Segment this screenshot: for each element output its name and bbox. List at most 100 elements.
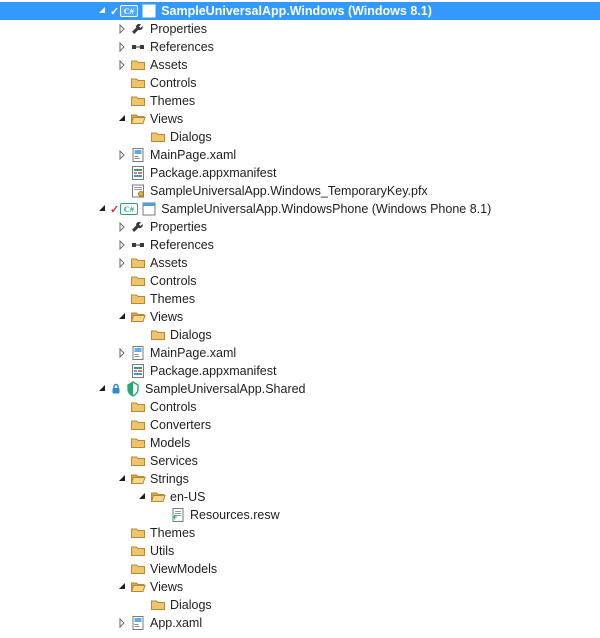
folder-icon bbox=[130, 273, 146, 289]
tree-item[interactable]: App.xaml bbox=[0, 614, 600, 632]
folder-icon bbox=[130, 399, 146, 415]
expander-expanded-icon[interactable] bbox=[135, 490, 149, 504]
tree-item[interactable]: Assets bbox=[0, 56, 600, 74]
tree-item[interactable]: Views bbox=[0, 110, 600, 128]
tree-item-label: Views bbox=[150, 110, 183, 128]
tree-item-label: Dialogs bbox=[170, 596, 212, 614]
tree-item-label: MainPage.xaml bbox=[150, 146, 236, 164]
tree-item[interactable]: ViewModels bbox=[0, 560, 600, 578]
expander-collapsed-icon[interactable] bbox=[115, 58, 129, 72]
tree-item[interactable]: Controls bbox=[0, 74, 600, 92]
tree-item[interactable]: Utils bbox=[0, 542, 600, 560]
tree-item-label: SampleUniversalApp.WindowsPhone (Windows… bbox=[161, 200, 491, 218]
folder-icon bbox=[130, 75, 146, 91]
tree-item-label: MainPage.xaml bbox=[150, 344, 236, 362]
tree-item[interactable]: Package.appxmanifest bbox=[0, 164, 600, 182]
folder-icon bbox=[130, 93, 146, 109]
tree-item[interactable]: Converters bbox=[0, 416, 600, 434]
tree-item[interactable]: MainPage.xaml bbox=[0, 146, 600, 164]
expander-expanded-icon[interactable] bbox=[115, 580, 129, 594]
tree-item[interactable]: Models bbox=[0, 434, 600, 452]
manifest-icon bbox=[130, 363, 146, 379]
project-icon bbox=[141, 3, 157, 19]
tree-item-label: en-US bbox=[170, 488, 205, 506]
svg-text:C#: C# bbox=[124, 6, 135, 16]
manifest-icon bbox=[130, 165, 146, 181]
tree-item[interactable]: References bbox=[0, 236, 600, 254]
expander-collapsed-icon[interactable] bbox=[115, 346, 129, 360]
wrench-icon bbox=[130, 219, 146, 235]
tree-item[interactable]: Controls bbox=[0, 398, 600, 416]
tree-item[interactable]: Package.appxmanifest bbox=[0, 362, 600, 380]
tree-item[interactable]: SampleUniversalApp.Windows_TemporaryKey.… bbox=[0, 182, 600, 200]
tree-item[interactable]: Assets bbox=[0, 254, 600, 272]
tree-item-label: Controls bbox=[150, 272, 197, 290]
startup-project-icon: ✓ bbox=[110, 5, 119, 18]
tree-item[interactable]: Dialogs bbox=[0, 326, 600, 344]
tree-item[interactable]: MainPage.xaml bbox=[0, 344, 600, 362]
tree-item-label: Views bbox=[150, 578, 183, 596]
expander-expanded-icon[interactable] bbox=[95, 382, 109, 396]
resw-new-icon: + bbox=[170, 507, 186, 523]
expander-collapsed-icon[interactable] bbox=[115, 40, 129, 54]
tree-item[interactable]: References bbox=[0, 38, 600, 56]
tree-item[interactable]: Controls bbox=[0, 272, 600, 290]
tree-item[interactable]: Properties bbox=[0, 20, 600, 38]
folder-icon bbox=[130, 57, 146, 73]
tree-item[interactable]: Themes bbox=[0, 524, 600, 542]
expander-collapsed-icon[interactable] bbox=[115, 148, 129, 162]
lock-icon bbox=[110, 383, 122, 395]
tree-item-label: Resources.resw bbox=[190, 506, 280, 524]
tree-item[interactable]: Dialogs bbox=[0, 596, 600, 614]
references-icon bbox=[130, 237, 146, 253]
tree-item-label: Package.appxmanifest bbox=[150, 164, 276, 182]
folder-icon bbox=[130, 435, 146, 451]
xaml-icon bbox=[130, 147, 146, 163]
tree-item-label: SampleUniversalApp.Windows_TemporaryKey.… bbox=[150, 182, 428, 200]
tree-item[interactable]: Services bbox=[0, 452, 600, 470]
tree-item[interactable]: Dialogs bbox=[0, 128, 600, 146]
tree-item-label: Dialogs bbox=[170, 128, 212, 146]
svg-text:C#: C# bbox=[124, 204, 135, 214]
tree-item-label: Utils bbox=[150, 542, 174, 560]
xaml-icon bbox=[130, 615, 146, 631]
folder-open-icon bbox=[130, 471, 146, 487]
tree-item[interactable]: Views bbox=[0, 578, 600, 596]
tree-item[interactable]: Themes bbox=[0, 290, 600, 308]
expander-collapsed-icon[interactable] bbox=[115, 238, 129, 252]
expander-expanded-icon[interactable] bbox=[95, 4, 109, 18]
tree-item-label: References bbox=[150, 38, 214, 56]
expander-expanded-icon[interactable] bbox=[115, 112, 129, 126]
tree-item-label: Dialogs bbox=[170, 326, 212, 344]
tree-item[interactable]: en-US bbox=[0, 488, 600, 506]
folder-open-icon bbox=[130, 309, 146, 325]
tree-item[interactable]: Themes bbox=[0, 92, 600, 110]
csharp-badge-icon: C# bbox=[120, 203, 138, 215]
tree-item[interactable]: +Resources.resw bbox=[0, 506, 600, 524]
folder-icon bbox=[130, 561, 146, 577]
expander-collapsed-icon[interactable] bbox=[115, 616, 129, 630]
tree-item-label: App.xaml bbox=[150, 614, 202, 632]
tree-item[interactable]: ✓ C# SampleUniversalApp.WindowsPhone (Wi… bbox=[0, 200, 600, 218]
wrench-icon bbox=[130, 21, 146, 37]
tree-item-label: Converters bbox=[150, 416, 211, 434]
project-icon bbox=[141, 201, 157, 217]
tree-item-label: Views bbox=[150, 308, 183, 326]
tree-item[interactable]: Properties bbox=[0, 218, 600, 236]
tree-item[interactable]: SampleUniversalApp.Shared bbox=[0, 380, 600, 398]
expander-collapsed-icon[interactable] bbox=[115, 22, 129, 36]
expander-expanded-icon[interactable] bbox=[115, 310, 129, 324]
tree-item-label: Controls bbox=[150, 74, 197, 92]
expander-expanded-icon[interactable] bbox=[115, 472, 129, 486]
folder-icon bbox=[130, 255, 146, 271]
csharp-badge-icon: C# bbox=[120, 5, 138, 17]
expander-expanded-icon[interactable] bbox=[95, 202, 109, 216]
expander-collapsed-icon[interactable] bbox=[115, 256, 129, 270]
xaml-icon bbox=[130, 345, 146, 361]
tree-item[interactable]: ✓ C# SampleUniversalApp.Windows (Windows… bbox=[0, 2, 600, 20]
expander-collapsed-icon[interactable] bbox=[115, 220, 129, 234]
folder-icon bbox=[130, 417, 146, 433]
tree-item[interactable]: Strings bbox=[0, 470, 600, 488]
tree-item[interactable]: Views bbox=[0, 308, 600, 326]
tree-item-label: Services bbox=[150, 452, 198, 470]
